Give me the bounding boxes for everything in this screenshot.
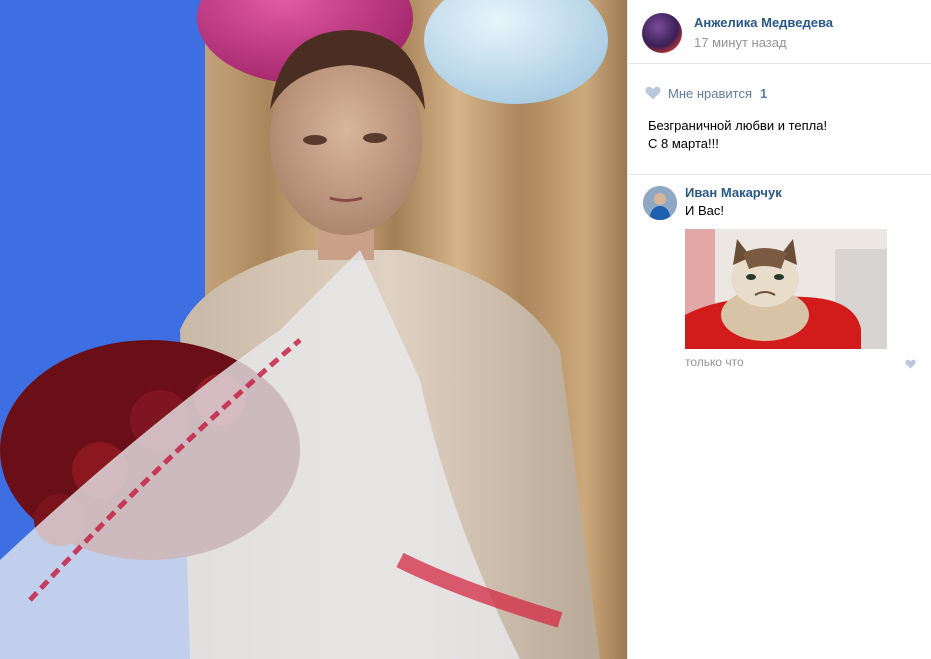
comments-divider [628,174,931,175]
post-side-panel: Анжелика Медведева 17 минут назад Мне нр… [627,0,931,659]
comment-avatar-image [643,186,677,220]
photo-viewer: Анжелика Медведева 17 минут назад Мне нр… [0,0,931,659]
comment-like-button[interactable] [905,357,916,372]
post-text: Безграничной любви и тепла! С 8 марта!!! [648,117,919,153]
header-divider [628,63,931,64]
post-text-line-2: С 8 марта!!! [648,136,719,151]
post-header: Анжелика Медведева 17 минут назад [642,12,931,56]
post-time[interactable]: 17 минут назад [694,35,787,50]
comment-author[interactable]: Иван Макарчук [685,185,782,200]
heart-icon [905,359,916,369]
like-count[interactable]: 1 [760,86,767,101]
comment-item: Иван Макарчук И Вас! только что [643,184,919,374]
post-photo[interactable] [0,0,627,659]
photo-illustration [0,0,627,659]
like-label: Мне нравится [668,85,753,101]
author-name[interactable]: Анжелика Медведева [694,15,833,30]
post-text-line-1: Безграничной любви и тепла! [648,118,828,133]
comment-time[interactable]: только что [685,355,744,369]
heart-icon [645,86,661,100]
comment-avatar[interactable] [643,186,677,220]
author-avatar[interactable] [642,13,682,53]
comment-image-illustration [685,229,887,349]
like-button[interactable]: Мне нравится 1 [645,84,767,102]
comment-image[interactable] [685,229,887,349]
comment-text: И Вас! [685,203,724,218]
